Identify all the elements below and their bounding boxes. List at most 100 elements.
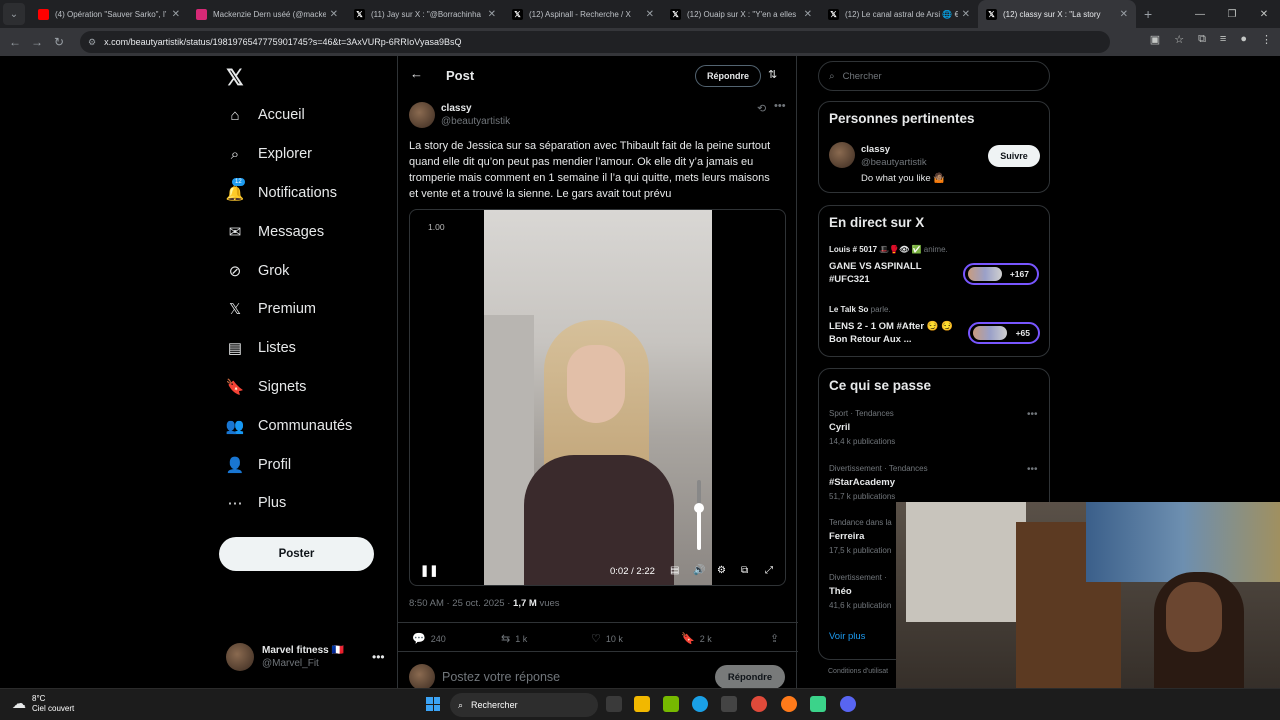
sidebar-item-notifications[interactable]: 🔔 12 Notifications [226, 174, 352, 213]
sidebar-item-signets[interactable]: 🔖 Signets [226, 368, 352, 407]
store-icon[interactable] [721, 696, 737, 712]
trend-name: #StarAcademy [829, 477, 896, 488]
trend-more-icon[interactable]: ••• [1027, 409, 1038, 420]
sidebar-item-listes[interactable]: ▤ Listes [226, 329, 352, 368]
tab-close-icon[interactable]: ✕ [330, 9, 338, 20]
tab-close-icon[interactable]: ✕ [962, 9, 970, 20]
sidebar-item-premium[interactable]: 𝕏 Premium [226, 290, 352, 329]
person-handle: @beautyartistik [861, 157, 927, 168]
file-explorer-icon[interactable] [634, 696, 650, 712]
x-logo-icon: 𝕏 [512, 8, 523, 20]
browser-tab[interactable]: 𝕏 (12) Le canal astral de Arsi 🌐 € ✕ [820, 0, 978, 28]
settings-icon[interactable]: ⚙ [717, 565, 726, 576]
url-bar[interactable]: ⚙ x.com/beautyartistik/status/1981976547… [80, 31, 1110, 53]
tab-close-icon[interactable]: ✕ [488, 9, 496, 20]
like-action[interactable]: ♡ 10 k [591, 632, 623, 645]
browser-tab[interactable]: Mackenzie Dern uséé (@macke ✕ [188, 0, 346, 28]
forward-nav-icon[interactable]: → [26, 35, 48, 49]
browser-tab[interactable]: 𝕏 (12) classy sur X : "La story ✕ [978, 0, 1136, 28]
share-action[interactable]: ⇪ [770, 632, 784, 645]
grok-icon[interactable]: ⟲ [757, 102, 766, 115]
captions-icon[interactable]: ▤ [670, 565, 679, 576]
chrome-icon[interactable] [751, 696, 767, 712]
live-listeners-pill[interactable]: +65 [968, 322, 1040, 344]
windows-start-icon[interactable] [426, 697, 440, 711]
see-more-link[interactable]: Voir plus [829, 631, 865, 642]
back-arrow-icon[interactable]: ← [410, 66, 423, 81]
sidebar-item-communautés[interactable]: 👥 Communautés [226, 406, 353, 445]
tab-close-icon[interactable]: ✕ [804, 9, 812, 20]
close-window-icon[interactable]: ✕ [1248, 0, 1280, 28]
account-more-icon[interactable]: ••• [372, 650, 385, 664]
x-logo-icon: 𝕏 [828, 8, 839, 20]
trend-item[interactable]: Sport · Tendances Cyril 14,4 k publicati… [829, 409, 1029, 446]
sidebar-item-messages[interactable]: ✉ Messages [226, 212, 352, 251]
tab-close-icon[interactable]: ✕ [646, 9, 654, 20]
live-space-title: GANE VS ASPINALL #UFC321 [829, 261, 922, 285]
nvidia-icon[interactable] [663, 696, 679, 712]
task-view-icon[interactable] [606, 696, 622, 712]
weather-temp: 8°C [32, 694, 46, 703]
tab-close-icon[interactable]: ✕ [1120, 9, 1128, 20]
firefox-icon[interactable] [781, 696, 797, 712]
volume-icon[interactable]: 🔊 [693, 565, 705, 576]
taskbar-search[interactable]: ⌕ Rechercher [450, 693, 598, 717]
browser-tab[interactable]: 𝕏 (12) Ouaip sur X : "Y'en a elles ✕ [662, 0, 820, 28]
account-switcher[interactable]: Marvel fitness 🇫🇷 @Marvel_Fit [226, 643, 344, 671]
live-listeners-pill[interactable]: +167 [963, 263, 1039, 285]
fullscreen-icon[interactable]: ⤢ [765, 565, 773, 576]
back-nav-icon[interactable]: ← [4, 35, 26, 49]
browser-tab[interactable]: (4) Opération "Sauver Sarko", l’ ✕ [30, 0, 188, 28]
x-logo-icon: 𝕏 [670, 8, 681, 20]
search-input[interactable]: ⌕ Chercher [818, 61, 1050, 91]
sidebar-item-explorer[interactable]: ⌕ Explorer [226, 135, 352, 174]
reading-list-icon[interactable]: ≡ [1220, 33, 1226, 46]
browser-tab[interactable]: 𝕏 (12) Aspinall - Recherche / X ✕ [504, 0, 662, 28]
reply-input[interactable]: Postez votre réponse [442, 670, 560, 684]
star-icon[interactable]: ☆ [1174, 33, 1184, 46]
app-icon[interactable] [810, 696, 826, 712]
sidebar-item-grok[interactable]: ⊘ Grok [226, 251, 352, 290]
pip-icon[interactable]: ⧉ [741, 565, 748, 576]
reply-header-button[interactable]: Répondre [695, 65, 761, 87]
sidebar-item-accueil[interactable]: ⌂ Accueil [226, 96, 352, 135]
post-author[interactable]: classy @beautyartistik [409, 102, 510, 128]
video-player[interactable]: 1.00 ❚❚ 0:02 / 2:22 ▤ 🔊 ⚙ ⧉ ⤢ [409, 209, 786, 586]
trend-more-icon[interactable]: ••• [1027, 464, 1038, 475]
pause-icon[interactable]: ❚❚ [420, 564, 438, 577]
trend-item[interactable]: Divertissement · Tendances #StarAcademy … [829, 464, 1029, 501]
sidebar-item-profil[interactable]: 👤 Profil [226, 445, 352, 484]
listener-count: +167 [1009, 269, 1029, 279]
minimize-icon[interactable]: — [1184, 0, 1216, 28]
reply-action[interactable]: 💬 240 [412, 632, 446, 645]
volume-knob[interactable] [694, 503, 704, 513]
new-tab-icon[interactable]: + [1144, 6, 1152, 22]
tab-close-icon[interactable]: ✕ [172, 9, 180, 20]
browser-tab[interactable]: 𝕏 (11) Jay sur X : "@Borrachinha ✕ [346, 0, 504, 28]
more-options-icon[interactable]: ••• [774, 100, 786, 112]
bookmark-action[interactable]: 🔖 2 k [681, 632, 712, 645]
post-button[interactable]: Poster [219, 537, 374, 571]
relevant-title: Personnes pertinentes [829, 111, 975, 126]
repost-action[interactable]: ⇆ 1 k [501, 632, 527, 645]
reload-icon[interactable]: ↻ [48, 35, 70, 49]
profile-icon[interactable]: ● [1240, 33, 1247, 46]
follow-button[interactable]: Suivre [988, 145, 1040, 167]
menu-icon[interactable]: ⋮ [1261, 33, 1272, 46]
extensions-icon[interactable]: ⧉ [1198, 33, 1206, 46]
site-info-icon[interactable]: ⚙ [88, 37, 96, 48]
edge-icon[interactable] [692, 696, 708, 712]
trend-category: Divertissement · Tendances [829, 464, 928, 473]
tab-search-icon[interactable]: ⌄ [3, 3, 25, 25]
footer-links[interactable]: Conditions d'utilisat [828, 668, 888, 675]
weather-widget[interactable]: ☁ 8°C Ciel couvert [12, 694, 74, 713]
volume-slider[interactable] [694, 480, 704, 550]
filter-icon[interactable]: ⇅ [768, 68, 777, 81]
reply-submit-button[interactable]: Répondre [715, 665, 785, 689]
avatar [409, 664, 435, 690]
sidebar-item-plus[interactable]: ⋯ Plus [226, 484, 352, 523]
restore-icon[interactable]: ❐ [1216, 0, 1248, 28]
discord-icon[interactable] [840, 696, 856, 712]
cast-icon[interactable]: ▣ [1150, 33, 1160, 46]
x-logo-icon[interactable]: 𝕏 [226, 65, 244, 91]
